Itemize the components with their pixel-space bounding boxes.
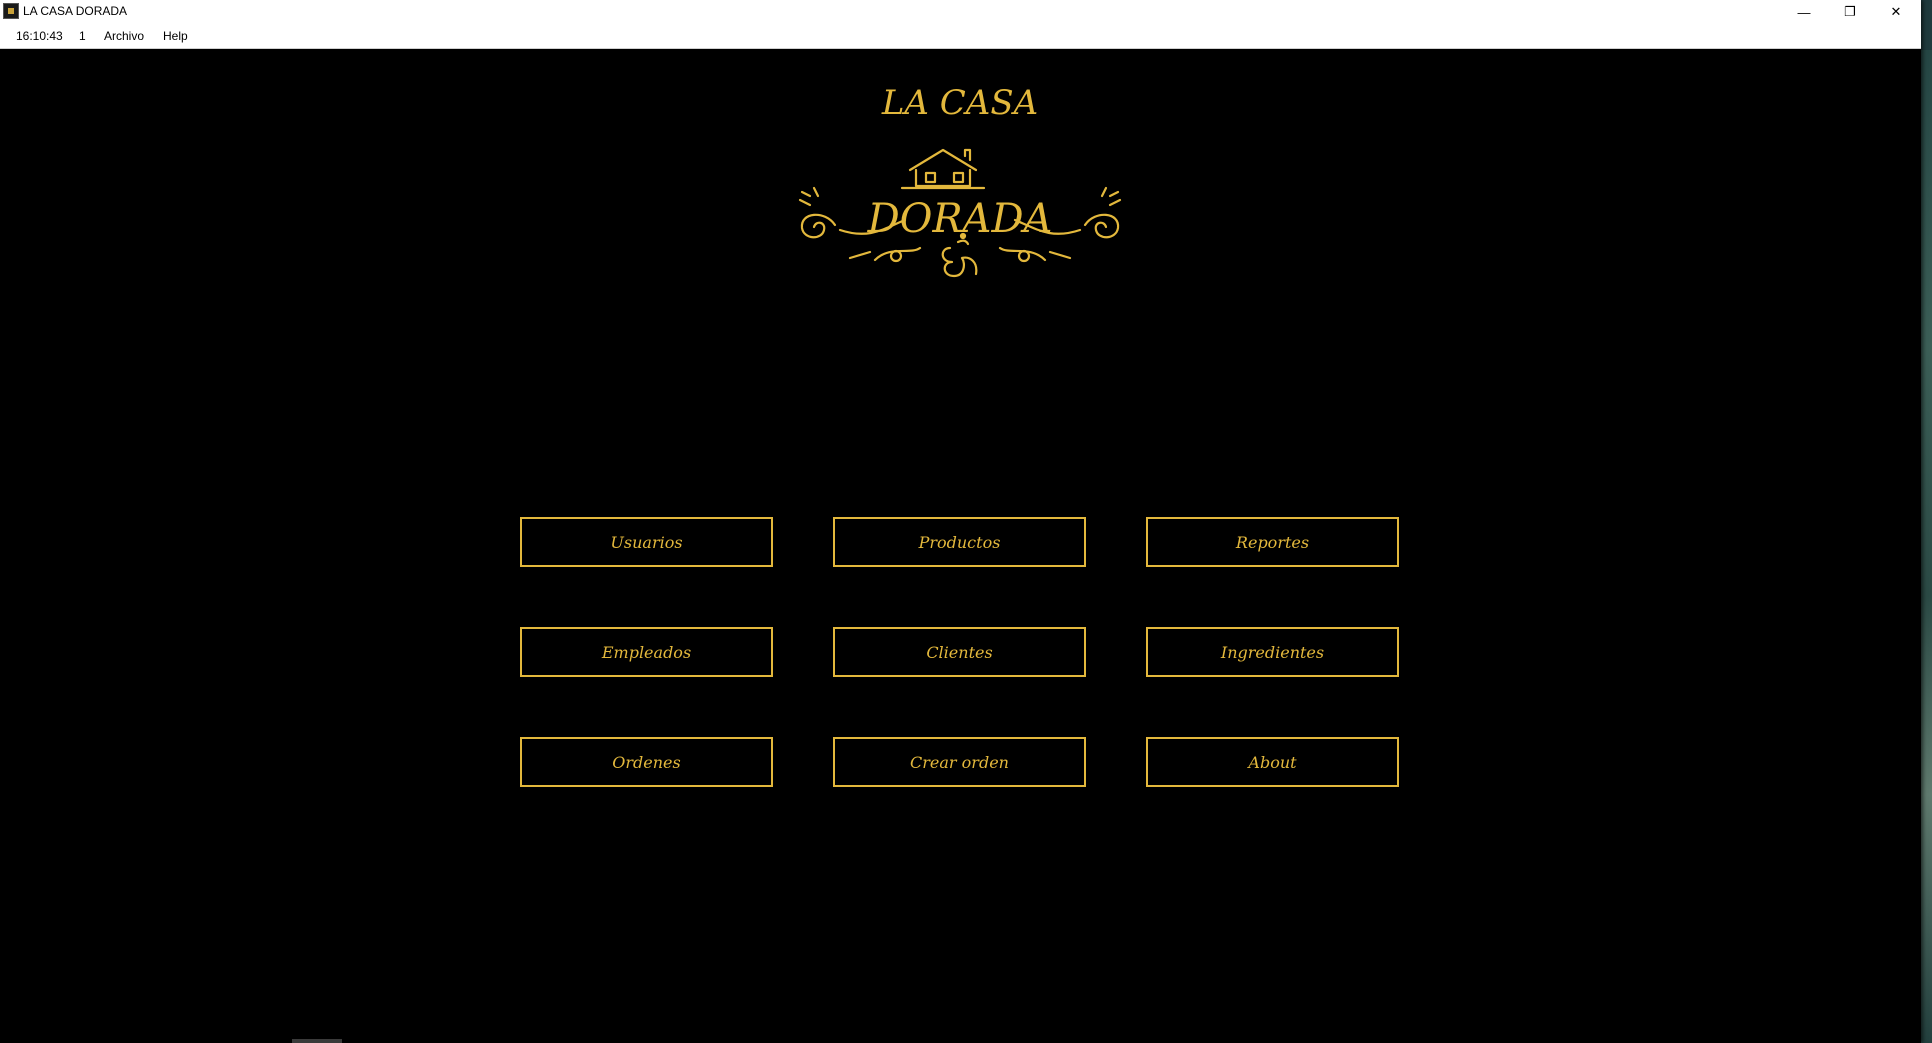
menu-counter[interactable]: 1: [79, 29, 86, 43]
minimize-button[interactable]: —: [1781, 0, 1827, 24]
crear-orden-button[interactable]: Crear orden: [833, 737, 1086, 787]
about-button[interactable]: About: [1146, 737, 1399, 787]
main-window: LA CASA DORADA — ❐ ✕ 16:10:43 1 Archivo …: [0, 0, 1921, 1043]
clientes-button[interactable]: Clientes: [833, 627, 1086, 677]
title-bar[interactable]: LA CASA DORADA — ❐ ✕: [0, 0, 1921, 24]
ordenes-button[interactable]: Ordenes: [520, 737, 773, 787]
menu-help[interactable]: Help: [163, 29, 188, 43]
window-title: LA CASA DORADA: [23, 4, 128, 18]
app-icon: [3, 3, 19, 19]
productos-button[interactable]: Productos: [833, 517, 1086, 567]
close-button[interactable]: ✕: [1873, 0, 1919, 24]
la-casa-dorada-logo: LA CASA DORADA: [798, 83, 1122, 278]
restore-button[interactable]: ❐: [1827, 0, 1873, 24]
menu-archivo[interactable]: Archivo: [104, 29, 144, 43]
horizontal-scrollbar[interactable]: [292, 1039, 342, 1043]
usuarios-button[interactable]: Usuarios: [520, 517, 773, 567]
empleados-button[interactable]: Empleados: [520, 627, 773, 677]
desktop-background: [1921, 50, 1932, 1043]
reportes-button[interactable]: Reportes: [1146, 517, 1399, 567]
menu-bar: 16:10:43 1 Archivo Help: [0, 24, 1921, 49]
ingredientes-button[interactable]: Ingredientes: [1146, 627, 1399, 677]
menu-clock[interactable]: 16:10:43: [16, 29, 63, 43]
logo-line1: LA CASA: [881, 83, 1038, 123]
logo-line2: DORADA: [867, 196, 1053, 242]
